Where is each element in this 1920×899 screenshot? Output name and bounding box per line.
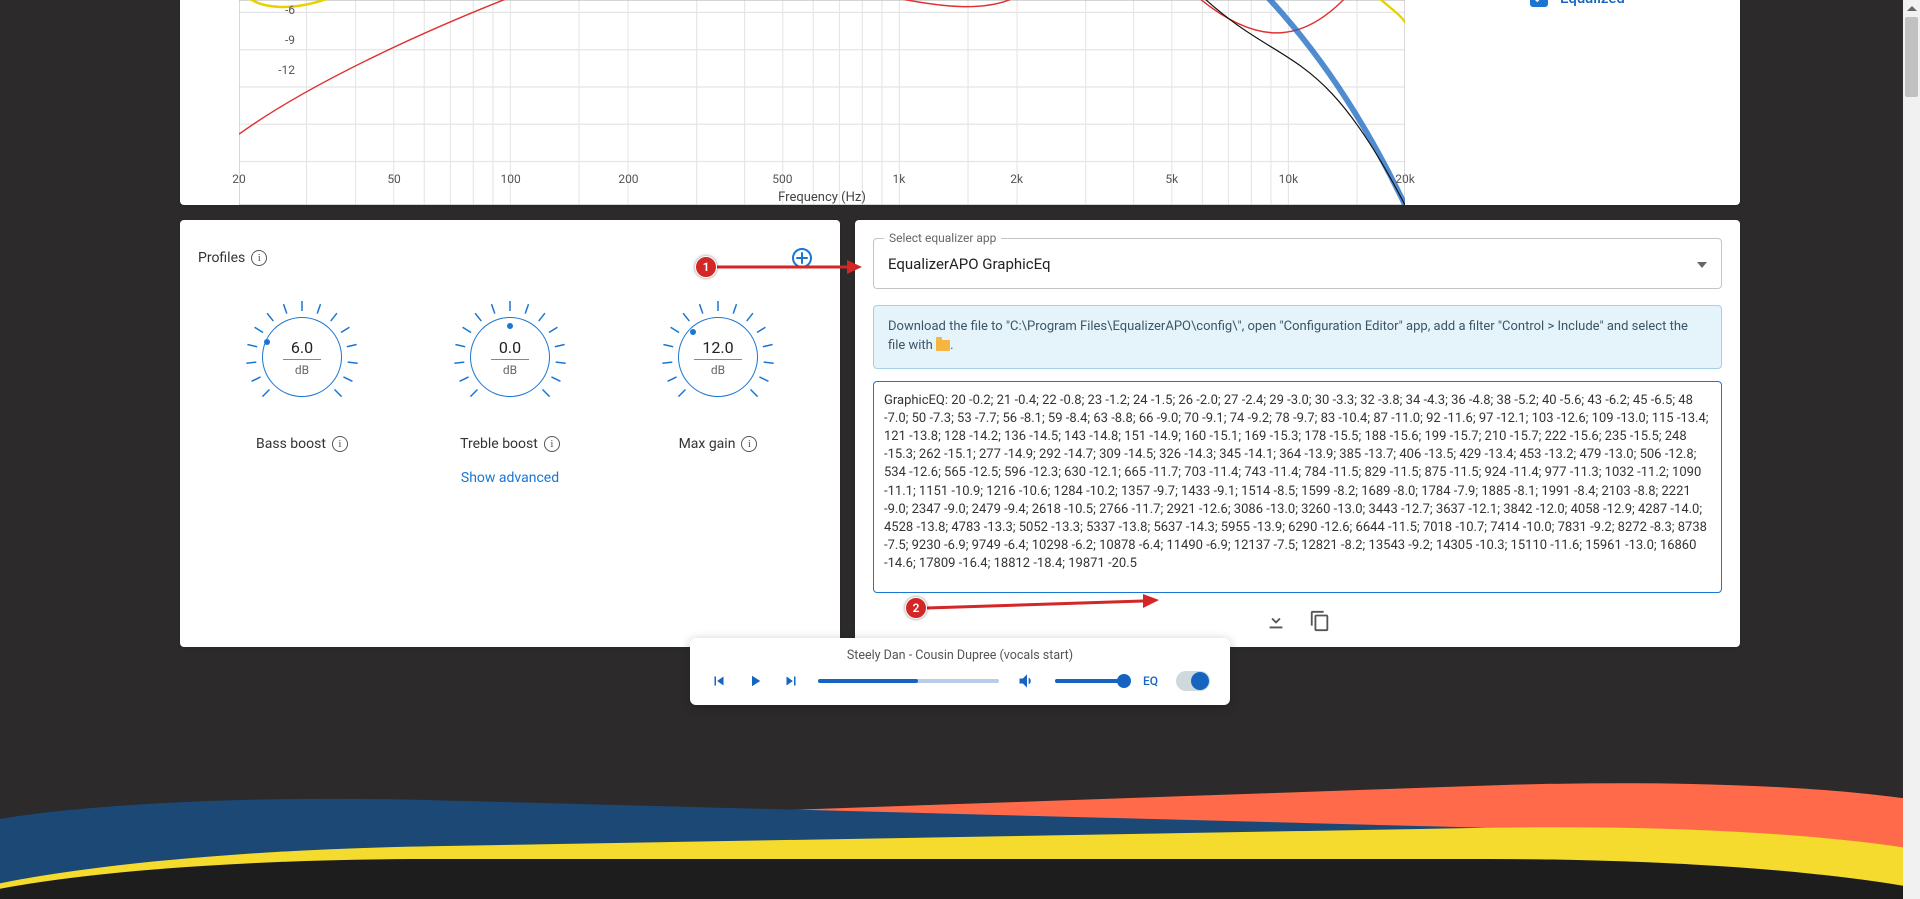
eq-toggle-switch[interactable]	[1176, 671, 1210, 691]
bass-boost-label: Bass boost	[256, 436, 326, 452]
legend-label-equalized: Equalized	[1560, 0, 1625, 7]
bass-boost-value: 6.0	[283, 338, 321, 360]
y-tick-minus-9: -9	[269, 33, 295, 47]
annotation-badge-2: 2	[905, 597, 927, 619]
background-waves	[0, 814, 1920, 899]
volume-icon[interactable]	[1017, 671, 1037, 691]
checkbox-icon[interactable]	[1530, 0, 1548, 7]
legend-item-equalized[interactable]: Equalized	[1530, 0, 1720, 7]
x-tick-200: 200	[618, 172, 638, 186]
eq-toggle-label: EQ	[1143, 674, 1158, 688]
select-value: EqualizerAPO GraphicEq	[888, 255, 1051, 273]
treble-boost-unit: dB	[503, 363, 517, 377]
x-tick-2k: 2k	[1010, 172, 1023, 186]
scrollbar[interactable]	[1903, 0, 1920, 899]
annotation-arrow-2	[927, 592, 1159, 618]
seek-slider[interactable]	[818, 679, 999, 683]
info-icon[interactable]: i	[544, 436, 560, 452]
x-tick-20: 20	[232, 172, 246, 186]
x-tick-1k: 1k	[893, 172, 906, 186]
x-tick-50: 50	[387, 172, 401, 186]
y-tick-minus-12: -12	[269, 63, 295, 77]
bass-boost-unit: dB	[295, 363, 309, 377]
copy-button[interactable]	[1308, 609, 1332, 633]
next-track-button[interactable]	[782, 672, 800, 690]
chart-legend: Equalizer Equalized	[1530, 0, 1720, 15]
instructions-text-suffix: .	[950, 338, 953, 353]
max-gain-unit: dB	[711, 363, 725, 377]
player-track-title: Steely Dan - Cousin Dupree (vocals start…	[710, 648, 1210, 663]
instructions-text: Download the file to "C:\Program Files\E…	[888, 319, 1688, 353]
scrollbar-thumb[interactable]	[1905, 17, 1918, 97]
chart-card: -6 -9 -12	[180, 0, 1740, 205]
x-tick-5k: 5k	[1165, 172, 1178, 186]
max-gain-knob[interactable]: 12.0 dB	[653, 292, 783, 422]
folder-icon	[936, 340, 950, 351]
annotation-arrow-1	[717, 256, 862, 278]
info-icon[interactable]: i	[741, 436, 757, 452]
bass-boost-knob[interactable]: 6.0 dB	[237, 292, 367, 422]
max-gain-label: Max gain	[679, 436, 736, 452]
audio-player: Steely Dan - Cousin Dupree (vocals start…	[690, 638, 1230, 705]
treble-boost-label: Treble boost	[460, 436, 538, 452]
scroll-up-icon[interactable]	[1903, 0, 1920, 17]
equalizer-app-card: Select equalizer app EqualizerAPO Graphi…	[855, 220, 1740, 647]
x-tick-20k: 20k	[1395, 172, 1415, 186]
profiles-card: Profiles i 6.0 dB Bass boost i	[180, 220, 840, 647]
previous-track-button[interactable]	[710, 672, 728, 690]
x-tick-500: 500	[772, 172, 792, 186]
treble-boost-value: 0.0	[491, 338, 529, 360]
graphic-eq-textarea[interactable]	[873, 381, 1722, 593]
y-tick-minus-6: -6	[269, 3, 295, 17]
select-equalizer-app-dropdown[interactable]: Select equalizer app EqualizerAPO Graphi…	[873, 238, 1722, 289]
info-icon[interactable]: i	[251, 250, 267, 266]
volume-slider[interactable]	[1055, 679, 1125, 683]
show-advanced-link[interactable]: Show advanced	[198, 470, 822, 486]
download-button[interactable]	[1264, 609, 1288, 633]
chevron-down-icon	[1697, 256, 1707, 272]
frequency-response-chart: -6 -9 -12	[239, 0, 1405, 205]
play-button[interactable]	[746, 672, 764, 690]
profiles-heading: Profiles	[198, 250, 245, 266]
info-icon[interactable]: i	[332, 436, 348, 452]
x-tick-100: 100	[501, 172, 521, 186]
treble-boost-knob[interactable]: 0.0 dB	[445, 292, 575, 422]
instructions-info-box: Download the file to "C:\Program Files\E…	[873, 305, 1722, 369]
x-tick-10k: 10k	[1279, 172, 1299, 186]
select-caption: Select equalizer app	[884, 231, 1001, 245]
chart-x-axis-title: Frequency (Hz)	[778, 190, 866, 205]
max-gain-value: 12.0	[694, 338, 741, 360]
annotation-badge-1: 1	[695, 256, 717, 278]
